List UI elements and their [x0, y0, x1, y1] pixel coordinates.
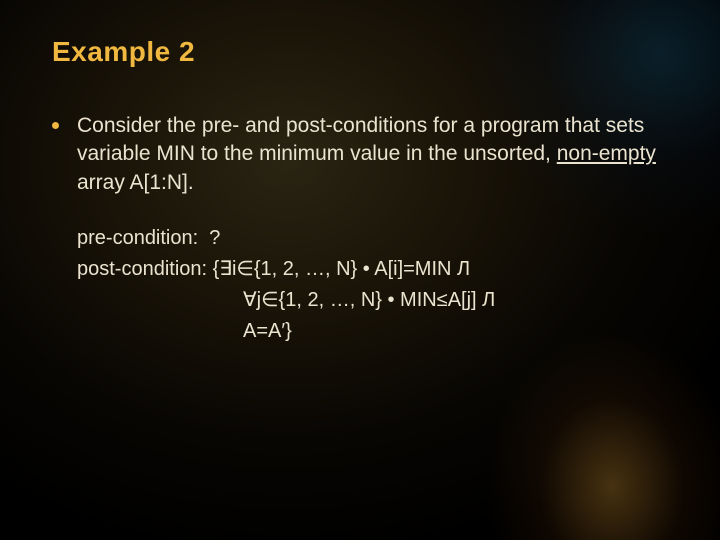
- bullet-item: Consider the pre- and post-conditions fo…: [52, 112, 668, 197]
- precondition-row: pre-condition: ?: [77, 223, 668, 254]
- postcondition-row-1: post-condition: {∃i∈{1, 2, …, N} • A[i]=…: [77, 254, 668, 285]
- slide-title: Example 2: [52, 36, 668, 68]
- postcondition-line-1: {∃i∈{1, 2, …, N} • A[i]=MIN Л: [213, 254, 471, 285]
- bullet-text: Consider the pre- and post-conditions fo…: [77, 112, 668, 197]
- conditions-block: pre-condition: ? post-condition: {∃i∈{1,…: [77, 223, 668, 347]
- slide: Example 2 Consider the pre- and post-con…: [0, 0, 720, 540]
- bullet-text-post: array A[1:N].: [77, 171, 194, 194]
- precondition-label: pre-condition:: [77, 223, 209, 254]
- postcondition-label: post-condition:: [77, 254, 213, 285]
- bullet-text-underlined: non-empty: [557, 142, 656, 165]
- postcondition-line-3: A=A′}: [243, 316, 668, 347]
- postcondition-line-2: ∀j∈{1, 2, …, N} • MIN≤A[j] Л: [243, 285, 668, 316]
- precondition-value: ?: [209, 223, 220, 254]
- bullet-icon: [52, 122, 59, 129]
